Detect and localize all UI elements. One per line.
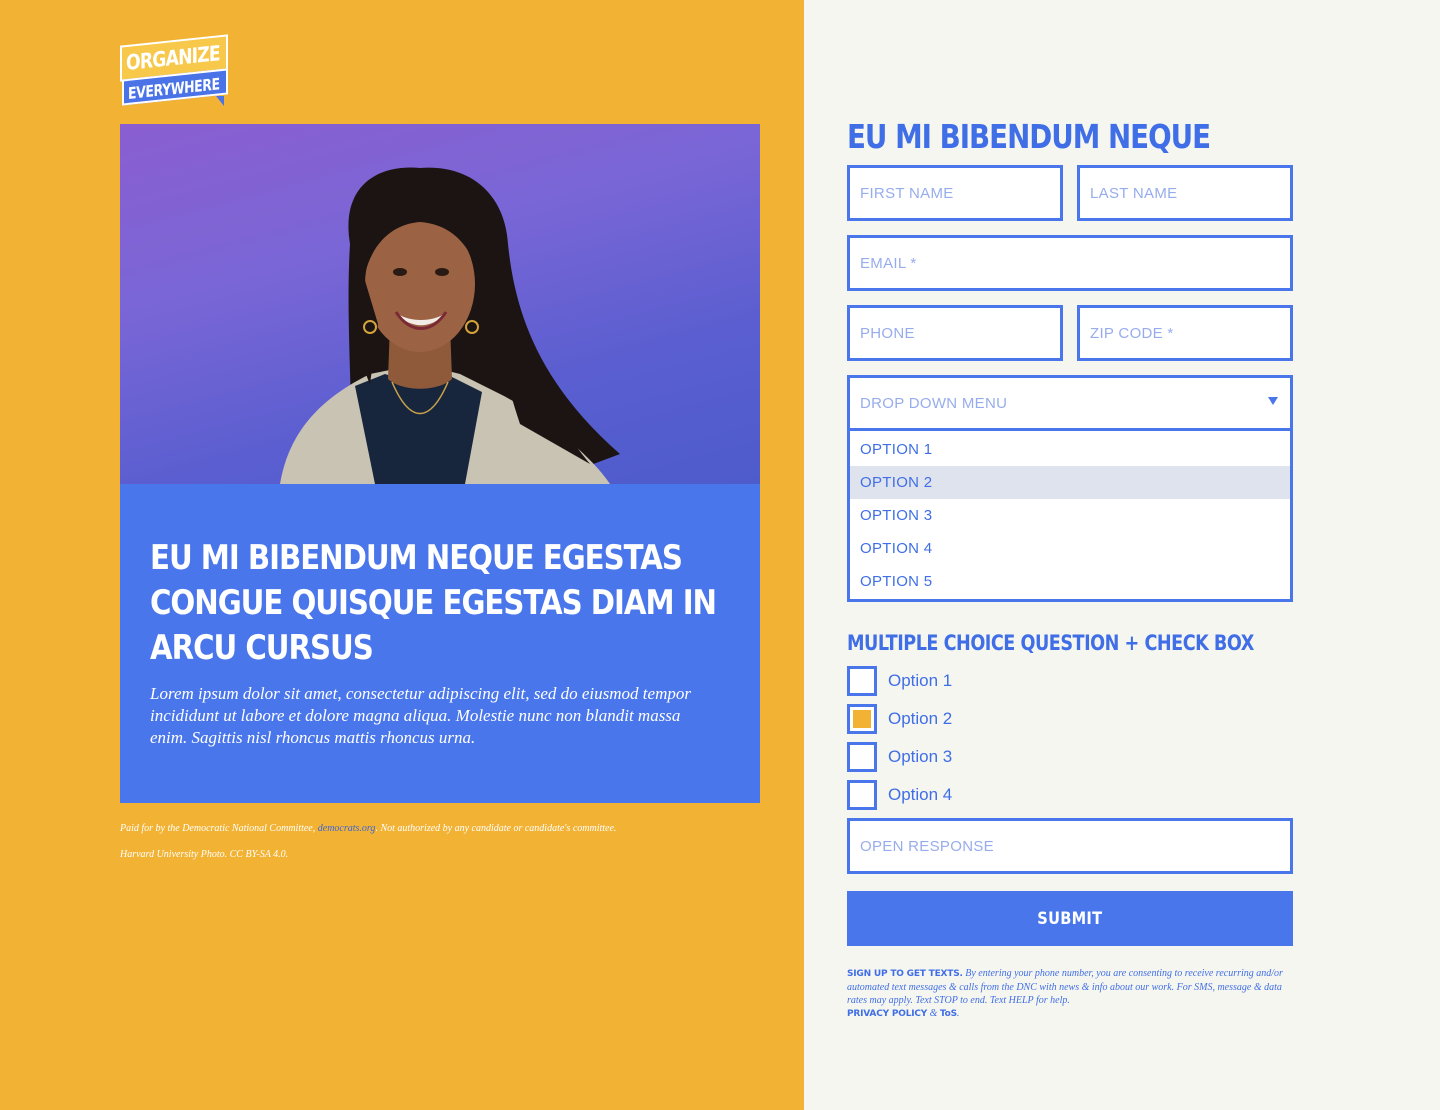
multiple-choice-title: MULTIPLE CHOICE QUESTION + CHECK BOX — [847, 631, 1254, 655]
legal-ampersand: & — [927, 1008, 940, 1019]
checkbox[interactable] — [847, 742, 877, 772]
dropdown-option-4[interactable]: OPTION 4 — [850, 532, 1290, 565]
zip-code-field[interactable]: ZIP CODE * — [1077, 305, 1293, 361]
photo-credit: Harvard University Photo. CC BY-SA 4.0. — [120, 849, 289, 860]
checkbox-label: Option 3 — [888, 747, 953, 766]
checkbox-option-4[interactable]: Option 4 — [847, 780, 1147, 810]
form-title: EU MI BIBENDUM NEQUE — [847, 117, 1211, 156]
submit-label: SUBMIT — [1037, 908, 1103, 929]
last-name-placeholder: LAST NAME — [1090, 185, 1178, 202]
checkbox-option-1[interactable]: Option 1 — [847, 666, 1147, 696]
sms-legal-text: SIGN UP TO GET TEXTS. By entering your p… — [847, 967, 1297, 1021]
privacy-policy-link[interactable]: PRIVACY POLICY — [847, 1009, 927, 1019]
tos-link[interactable]: ToS — [940, 1009, 957, 1019]
dropdown-option-2[interactable]: OPTION 2 — [850, 466, 1290, 499]
sms-signup-lead: SIGN UP TO GET TEXTS. — [847, 969, 963, 979]
dropdown-option-5[interactable]: OPTION 5 — [850, 565, 1290, 598]
checkbox-option-3[interactable]: Option 3 — [847, 742, 1147, 772]
open-response-field[interactable]: OPEN RESPONSE — [847, 818, 1293, 874]
dropdown-option-3[interactable]: OPTION 3 — [850, 499, 1290, 532]
phone-placeholder: PHONE — [860, 325, 915, 342]
portrait-image — [280, 167, 620, 484]
dropdown-menu[interactable]: DROP DOWN MENU — [847, 375, 1293, 431]
email-field[interactable]: EMAIL * — [847, 235, 1293, 291]
checkbox-label: Option 4 — [888, 785, 953, 804]
paid-for-disclaimer: Paid for by the Democratic National Comm… — [120, 823, 616, 835]
first-name-placeholder: FIRST NAME — [860, 185, 954, 202]
caret-down-icon[interactable] — [1268, 397, 1278, 405]
email-placeholder: EMAIL * — [860, 255, 917, 272]
checkbox-option-2[interactable]: Option 2 — [847, 704, 1147, 734]
democrats-org-link[interactable]: democrats.org — [318, 823, 376, 834]
first-name-field[interactable]: FIRST NAME — [847, 165, 1063, 221]
submit-button[interactable]: SUBMIT — [847, 891, 1293, 946]
disclaimer-suffix: . Not authorized by any candidate or can… — [375, 823, 617, 834]
last-name-field[interactable]: LAST NAME — [1077, 165, 1293, 221]
zip-code-placeholder: ZIP CODE * — [1090, 325, 1174, 342]
logo-bottom-text: EVERYWHERE — [128, 74, 220, 103]
dropdown-options-list: OPTION 1 OPTION 2 OPTION 3 OPTION 4 OPTI… — [847, 431, 1293, 602]
hero-heading: EU MI BIBENDUM NEQUE EGESTAS CONGUE QUIS… — [150, 538, 717, 668]
phone-field[interactable]: PHONE — [847, 305, 1063, 361]
hero-body: Lorem ipsum dolor sit amet, consectetur … — [150, 684, 691, 747]
checkbox-label: Option 1 — [888, 671, 953, 690]
dropdown-option-1[interactable]: OPTION 1 — [850, 433, 1290, 466]
organize-everywhere-logo[interactable]: ORGANIZE EVERYWHERE — [120, 34, 232, 106]
dropdown-placeholder: DROP DOWN MENU — [860, 395, 1008, 412]
open-response-placeholder: OPEN RESPONSE — [860, 838, 994, 855]
checkbox[interactable] — [847, 780, 877, 810]
hero-photo — [120, 124, 760, 484]
legal-end: . — [956, 1008, 960, 1019]
checkbox-label: Option 2 — [888, 709, 953, 728]
left-panel: ORGANIZE EVERYWHERE EU MI BIBENDUM NEQUE… — [0, 0, 804, 1110]
checkbox[interactable] — [847, 666, 877, 696]
disclaimer-prefix: Paid for by the Democratic National Comm… — [120, 823, 318, 834]
hero-text-card: EU MI BIBENDUM NEQUE EGESTAS CONGUE QUIS… — [120, 484, 760, 803]
checkbox-checked[interactable] — [847, 704, 877, 734]
